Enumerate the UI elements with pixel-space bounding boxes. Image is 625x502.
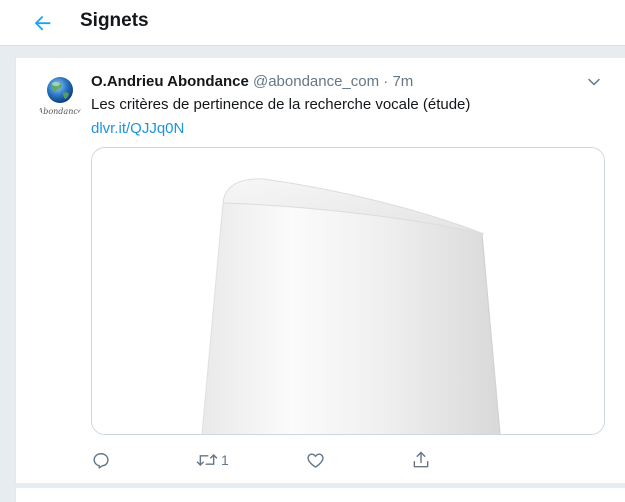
next-tweet[interactable] xyxy=(15,488,625,502)
tweet[interactable]: Abondance O.Andrieu Abondance @abondance… xyxy=(15,58,625,483)
tweet-actions: 1 xyxy=(91,446,605,474)
avatar[interactable]: Abondance xyxy=(35,71,85,121)
media-card[interactable] xyxy=(91,147,605,435)
svg-text:Abondance: Abondance xyxy=(36,107,82,116)
retweet-count: 1 xyxy=(221,452,229,468)
separator-dot: · xyxy=(383,73,389,90)
chevron-down-icon xyxy=(588,78,600,86)
like-button[interactable] xyxy=(305,446,326,474)
tweet-link[interactable]: dlvr.it/QJJq0N xyxy=(91,119,184,139)
user-handle[interactable]: @abondance_com xyxy=(253,73,379,90)
retweet-button[interactable]: 1 xyxy=(195,446,229,474)
more-options-button[interactable] xyxy=(582,72,606,92)
tweet-text: Les critères de pertinence de la recherc… xyxy=(91,96,471,113)
retweet-icon xyxy=(196,454,218,466)
reply-icon xyxy=(93,453,109,469)
back-button[interactable] xyxy=(26,6,60,40)
abondance-logo-icon: Abondance xyxy=(36,77,83,116)
tweet-header: O.Andrieu Abondance @abondance_com · 7m xyxy=(91,72,413,92)
tweet-time[interactable]: 7m xyxy=(392,73,413,90)
share-icon xyxy=(413,451,429,468)
page-title: Signets xyxy=(80,10,149,31)
page-header: Signets xyxy=(0,0,625,46)
arrow-left-icon xyxy=(34,15,51,31)
heart-icon xyxy=(307,453,324,468)
reply-button[interactable] xyxy=(91,446,111,474)
display-name[interactable]: O.Andrieu Abondance xyxy=(91,73,249,90)
share-button[interactable] xyxy=(411,446,431,474)
smart-speaker-image xyxy=(92,148,604,434)
